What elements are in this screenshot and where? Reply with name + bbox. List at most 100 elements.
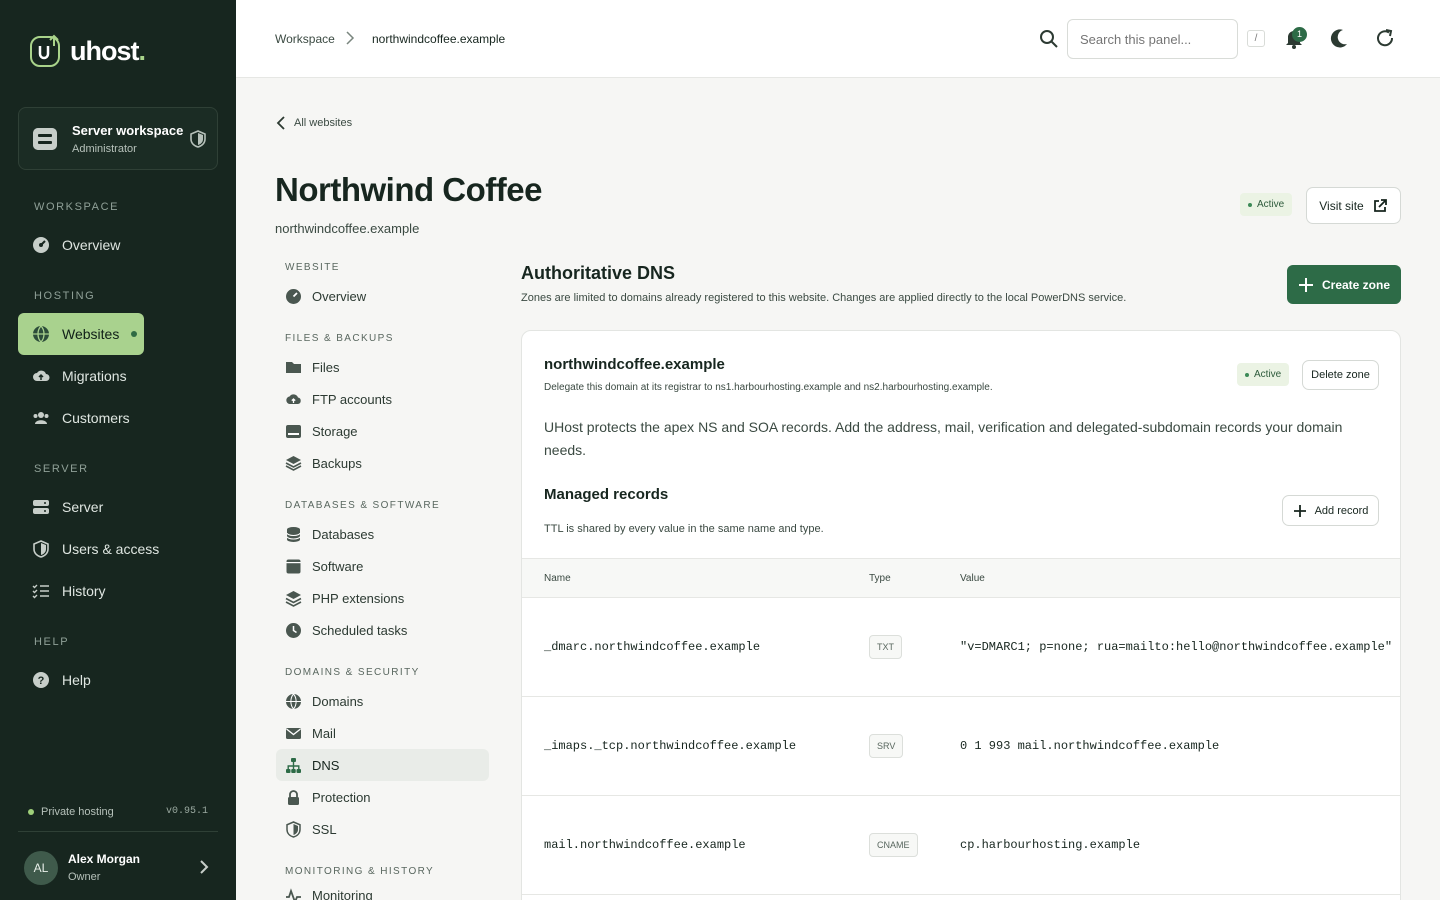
user-name: Alex Morgan bbox=[68, 852, 141, 866]
record-type-badge: CNAME bbox=[869, 833, 918, 857]
search-shortcut-hint: / bbox=[1247, 30, 1265, 47]
subnav-item-scheduled-tasks[interactable]: Scheduled tasks bbox=[276, 614, 489, 646]
subnav-item-databases[interactable]: Databases bbox=[276, 518, 489, 550]
brand-logo[interactable]: uhost. bbox=[30, 34, 146, 68]
users-icon bbox=[33, 412, 49, 424]
status-dot bbox=[28, 809, 34, 815]
window-icon bbox=[286, 559, 301, 573]
clock-icon bbox=[286, 622, 301, 638]
shield-icon bbox=[286, 820, 301, 838]
sidebar-divider bbox=[18, 831, 218, 832]
subnav-section-website: WEBSITE bbox=[285, 262, 340, 273]
column-header-name: Name bbox=[544, 573, 571, 584]
subnav-item-backups[interactable]: Backups bbox=[276, 447, 489, 479]
sidebar-item-overview[interactable]: Overview bbox=[18, 224, 218, 266]
network-icon bbox=[286, 757, 301, 773]
brand-name: uhost. bbox=[70, 35, 146, 66]
sidebar-item-migrations[interactable]: Migrations bbox=[18, 355, 218, 397]
subnav-section-databases-software: DATABASES & SOFTWARE bbox=[285, 500, 441, 511]
record-name: _imaps._tcp.northwindcoffee.example bbox=[544, 739, 797, 753]
subnav-item-php-extensions[interactable]: PHP extensions bbox=[276, 582, 489, 614]
subnav-item-storage[interactable]: Storage bbox=[276, 415, 489, 447]
chevron-right-icon[interactable] bbox=[196, 858, 212, 876]
subnav-item-ftp-accounts[interactable]: FTP accounts bbox=[276, 383, 489, 415]
lock-icon bbox=[288, 789, 299, 805]
table-row[interactable]: _dmarc.northwindcoffee.example TXT "v=DM… bbox=[522, 598, 1400, 697]
record-name: mail.northwindcoffee.example bbox=[544, 838, 746, 852]
zone-delegation-note: Delegate this domain at its registrar to… bbox=[544, 382, 993, 393]
subnav-item-monitoring[interactable]: Monitoring bbox=[276, 884, 489, 900]
shield-icon bbox=[190, 130, 206, 148]
table-row[interactable]: _imaps._tcp.northwindcoffee.example SRV … bbox=[522, 697, 1400, 796]
sidebar-section-help: HELP bbox=[34, 636, 70, 648]
globe-icon bbox=[286, 693, 301, 709]
subnav-item-files[interactable]: Files bbox=[276, 351, 489, 383]
sidebar-item-history[interactable]: History bbox=[18, 570, 218, 612]
notification-count-badge: 1 bbox=[1292, 27, 1307, 42]
sidebar-item-users-access[interactable]: Users & access bbox=[18, 528, 218, 570]
subnav-item-mail[interactable]: Mail bbox=[276, 717, 489, 749]
column-header-type: Type bbox=[869, 573, 891, 584]
sidebar-section-workspace: WORKSPACE bbox=[34, 201, 120, 213]
refresh-icon[interactable] bbox=[1374, 27, 1396, 49]
delete-zone-button[interactable]: Delete zone bbox=[1302, 360, 1379, 390]
create-zone-button[interactable]: Create zone bbox=[1287, 265, 1401, 304]
cloud-upload-icon bbox=[33, 370, 50, 381]
record-type-badge: TXT bbox=[869, 635, 902, 659]
avatar[interactable]: AL bbox=[24, 851, 58, 885]
moon-icon[interactable] bbox=[1328, 27, 1350, 49]
sidebar-item-help[interactable]: ? Help bbox=[18, 659, 218, 701]
sidebar-item-websites[interactable]: Websites bbox=[18, 313, 144, 355]
folder-icon bbox=[286, 361, 301, 373]
gauge-icon bbox=[33, 237, 49, 253]
breadcrumb-current: northwindcoffee.example bbox=[372, 32, 506, 46]
chevron-right-icon bbox=[346, 31, 355, 45]
records-table-header: Name Type Value bbox=[522, 558, 1400, 598]
zone-card: northwindcoffee.example Delegate this do… bbox=[521, 330, 1401, 900]
hosting-status: Private hosting bbox=[28, 806, 114, 818]
subnav-item-protection[interactable]: Protection bbox=[276, 781, 489, 813]
visit-site-button[interactable]: Visit site bbox=[1306, 187, 1401, 224]
server-icon bbox=[33, 128, 57, 150]
user-role: Owner bbox=[68, 871, 101, 883]
records-title: Managed records bbox=[544, 486, 669, 503]
subnav-item-domains[interactable]: Domains bbox=[276, 685, 489, 717]
workspace-title: Server workspace bbox=[72, 123, 184, 138]
sidebar-item-customers[interactable]: Customers bbox=[18, 397, 218, 439]
globe-icon bbox=[33, 325, 49, 343]
subnav-section-monitoring-history: MONITORING & HISTORY bbox=[285, 866, 435, 877]
chevron-left-icon bbox=[276, 116, 285, 130]
section-title: Authoritative DNS bbox=[521, 263, 676, 283]
search-input[interactable] bbox=[1067, 19, 1238, 59]
column-header-value: Value bbox=[960, 573, 985, 584]
layers-icon bbox=[285, 590, 302, 607]
add-record-button[interactable]: Add record bbox=[1282, 495, 1379, 526]
subnav-item-software[interactable]: Software bbox=[276, 550, 489, 582]
plus-icon bbox=[1298, 277, 1313, 292]
question-icon: ? bbox=[33, 672, 49, 688]
search-icon[interactable] bbox=[1039, 29, 1059, 49]
breadcrumb-workspace[interactable]: Workspace bbox=[275, 32, 335, 46]
external-link-icon bbox=[1373, 198, 1387, 212]
subnav-section-files-backups: FILES & BACKUPS bbox=[285, 333, 394, 344]
sidebar-item-server[interactable]: Server bbox=[18, 486, 218, 528]
status-badge: Active bbox=[1240, 193, 1293, 216]
subnav-section-domains-security: DOMAINS & SECURITY bbox=[285, 667, 420, 678]
table-row[interactable]: mail.northwindcoffee.example CNAME cp.ha… bbox=[522, 796, 1400, 895]
subnav-item-ssl[interactable]: SSL bbox=[276, 813, 489, 845]
svg-text:?: ? bbox=[38, 675, 45, 687]
record-value: cp.harbourhosting.example bbox=[960, 838, 1141, 852]
subnav-item-overview[interactable]: Overview bbox=[276, 280, 489, 312]
status-badge: Active bbox=[1237, 363, 1290, 386]
gauge-icon bbox=[286, 288, 301, 304]
subnav-item-dns[interactable]: DNS bbox=[276, 749, 489, 781]
activity-icon bbox=[286, 888, 301, 900]
cloud-upload-icon bbox=[286, 393, 301, 404]
record-name: _dmarc.northwindcoffee.example bbox=[544, 640, 761, 654]
back-to-websites-link[interactable]: All websites bbox=[276, 115, 352, 131]
records-description: TTL is shared by every value in the same… bbox=[544, 523, 824, 535]
shield-icon bbox=[33, 540, 49, 558]
workspace-switcher[interactable]: Server workspace Administrator bbox=[18, 107, 218, 170]
box-icon bbox=[285, 455, 302, 471]
page-title: Northwind Coffee bbox=[275, 171, 542, 208]
